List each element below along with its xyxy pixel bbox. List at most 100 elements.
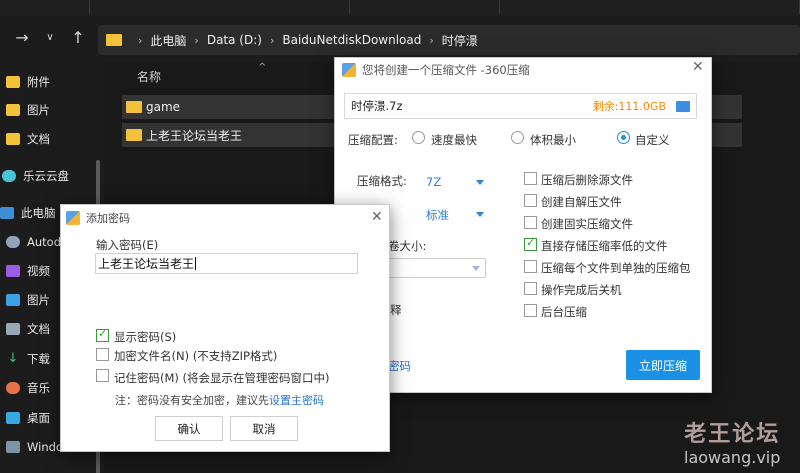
checkbox-label[interactable]: 操作完成后关机: [541, 282, 622, 298]
chevron-right-icon: ›: [138, 33, 143, 47]
folder-icon: [6, 76, 20, 88]
dialog-title-text: 您将创建一个压缩文件 -360压缩: [362, 63, 530, 77]
radio-custom[interactable]: [617, 131, 630, 144]
sidebar-item[interactable]: 此电脑: [0, 202, 56, 224]
folder-icon: [106, 34, 122, 46]
sidebar-item[interactable]: 乐云云盘: [0, 165, 69, 187]
checkbox-label[interactable]: 显示密码(S): [114, 329, 176, 345]
dialog-title-text: 添加密码: [86, 212, 130, 225]
checkbox-solid[interactable]: [524, 216, 537, 229]
chevron-down-icon[interactable]: [476, 180, 484, 185]
option-speed-label[interactable]: 速度最快: [431, 132, 477, 148]
watermark-logo: 老王论坛 laowang.vip: [684, 416, 780, 467]
text-cursor: [195, 257, 197, 270]
note-text: 注：密码没有安全加密，建议先: [115, 394, 269, 407]
checkbox-store-low-ratio[interactable]: [524, 236, 537, 251]
tab-1[interactable]: [0, 0, 90, 14]
tab-2[interactable]: [90, 0, 350, 14]
desktop-icon: [6, 412, 20, 424]
video-icon: [6, 265, 20, 277]
sidebar-item-label: 图片: [27, 293, 50, 307]
checkbox-background[interactable]: [524, 304, 537, 317]
download-icon: ↓: [7, 351, 19, 366]
free-space-label: 剩余:111.0GB: [592, 100, 666, 113]
folder-icon: [6, 104, 20, 116]
set-master-password-link[interactable]: 设置主密码: [269, 394, 324, 407]
checkbox-label[interactable]: 创建自解压文件: [541, 194, 622, 210]
documents-icon: [6, 323, 20, 335]
checkbox-delete-source[interactable]: [524, 172, 537, 185]
checkbox-encrypt-filenames[interactable]: [96, 348, 109, 361]
password-input[interactable]: 上老王论坛当老王: [95, 253, 358, 274]
chevron-right-icon: ›: [269, 33, 275, 47]
sidebar-item[interactable]: 图片: [0, 289, 50, 311]
tab-4[interactable]: [500, 0, 800, 14]
close-icon[interactable]: ✕: [371, 209, 383, 225]
config-label: 压缩配置:: [348, 133, 398, 147]
checkbox-shutdown[interactable]: [524, 282, 537, 295]
sidebar-item[interactable]: 音乐: [0, 377, 50, 399]
radio-size[interactable]: [511, 131, 524, 144]
up-arrow-icon[interactable]: ↑: [66, 26, 90, 50]
breadcrumb-item[interactable]: 此电脑: [150, 32, 186, 49]
sidebar-item[interactable]: 视频: [0, 260, 50, 282]
sidebar-item[interactable]: Autode: [0, 231, 68, 253]
checkbox-each-file-separate[interactable]: [524, 260, 537, 273]
breadcrumb-item[interactable]: Data (D:): [207, 33, 262, 47]
column-header-name[interactable]: 名称: [137, 68, 161, 85]
sort-caret-icon: ^: [258, 62, 267, 73]
format-select[interactable]: 7Z: [426, 175, 441, 189]
chevron-down-icon[interactable]: ∨: [38, 26, 62, 50]
compress-now-button[interactable]: 立即压缩: [626, 350, 700, 380]
watermark-name: 老王论坛: [684, 422, 781, 447]
address-bar[interactable]: › 此电脑 › Data (D:) › BaiduNetdiskDownload…: [98, 25, 800, 55]
option-custom-label[interactable]: 自定义: [635, 132, 670, 148]
sidebar-item-label: 文档: [27, 322, 50, 336]
archive-filename[interactable]: 时停澋.7z: [345, 98, 593, 114]
sidebar-item[interactable]: 图片: [0, 99, 50, 121]
folder-icon: [126, 101, 142, 113]
checkbox-label[interactable]: 加密文件名(N) (不支持ZIP格式): [114, 348, 277, 364]
chevron-down-icon[interactable]: [476, 212, 484, 217]
sidebar-item[interactable]: 桌面: [0, 407, 50, 429]
pictures-icon: [6, 294, 20, 306]
chevron-down-icon[interactable]: [472, 266, 480, 271]
checkbox-label[interactable]: 创建固实压缩文件: [541, 216, 633, 232]
checkbox-show-password[interactable]: [96, 327, 109, 342]
sidebar-item[interactable]: 附件: [0, 71, 50, 93]
ok-button[interactable]: 确认: [155, 416, 223, 441]
checkbox-label[interactable]: 直接存储压缩率低的文件: [541, 238, 668, 254]
folder-icon: [6, 133, 20, 145]
forward-icon[interactable]: →: [10, 26, 34, 50]
checkbox-label[interactable]: 压缩后删除源文件: [541, 172, 633, 188]
app-icon: [66, 211, 80, 225]
checkbox-label[interactable]: 后台压缩: [541, 304, 587, 320]
radio-speed[interactable]: [412, 131, 425, 144]
tab-strip: [0, 0, 800, 16]
file-name: 上老王论坛当老王: [146, 128, 243, 143]
checkbox-label[interactable]: 记住密码(M) (将会显示在管理密码窗口中): [114, 370, 330, 386]
breadcrumb-item[interactable]: 时停澋: [442, 32, 478, 49]
method-select[interactable]: 标准: [426, 207, 449, 223]
music-icon: [6, 382, 20, 394]
sidebar-item[interactable]: ↓ 下载: [0, 348, 50, 370]
archive-path-field[interactable]: 时停澋.7z 剩余:111.0GB: [344, 93, 697, 119]
option-size-label[interactable]: 体积最小: [530, 132, 576, 148]
chevron-right-icon: ›: [194, 33, 199, 47]
password-link[interactable]: 密码: [388, 358, 411, 374]
breadcrumb-item[interactable]: BaiduNetdiskDownload: [282, 33, 421, 47]
chevron-right-icon: ›: [429, 33, 434, 47]
comment-button[interactable]: 释: [390, 302, 402, 318]
sidebar-item[interactable]: 文档: [0, 128, 50, 150]
tab-3[interactable]: [350, 0, 500, 14]
checkbox-remember-password[interactable]: [96, 369, 109, 382]
sidebar-item[interactable]: 文档: [0, 318, 50, 340]
browse-folder-icon[interactable]: [676, 100, 690, 112]
checkbox-label[interactable]: 压缩每个文件到单独的压缩包: [541, 260, 691, 276]
sidebar-item-label: 下载: [27, 352, 50, 366]
cancel-button[interactable]: 取消: [230, 416, 298, 441]
volume-size-select[interactable]: [388, 258, 486, 278]
close-icon[interactable]: ✕: [692, 59, 704, 75]
app-icon: [342, 63, 356, 77]
checkbox-sfx[interactable]: [524, 194, 537, 207]
